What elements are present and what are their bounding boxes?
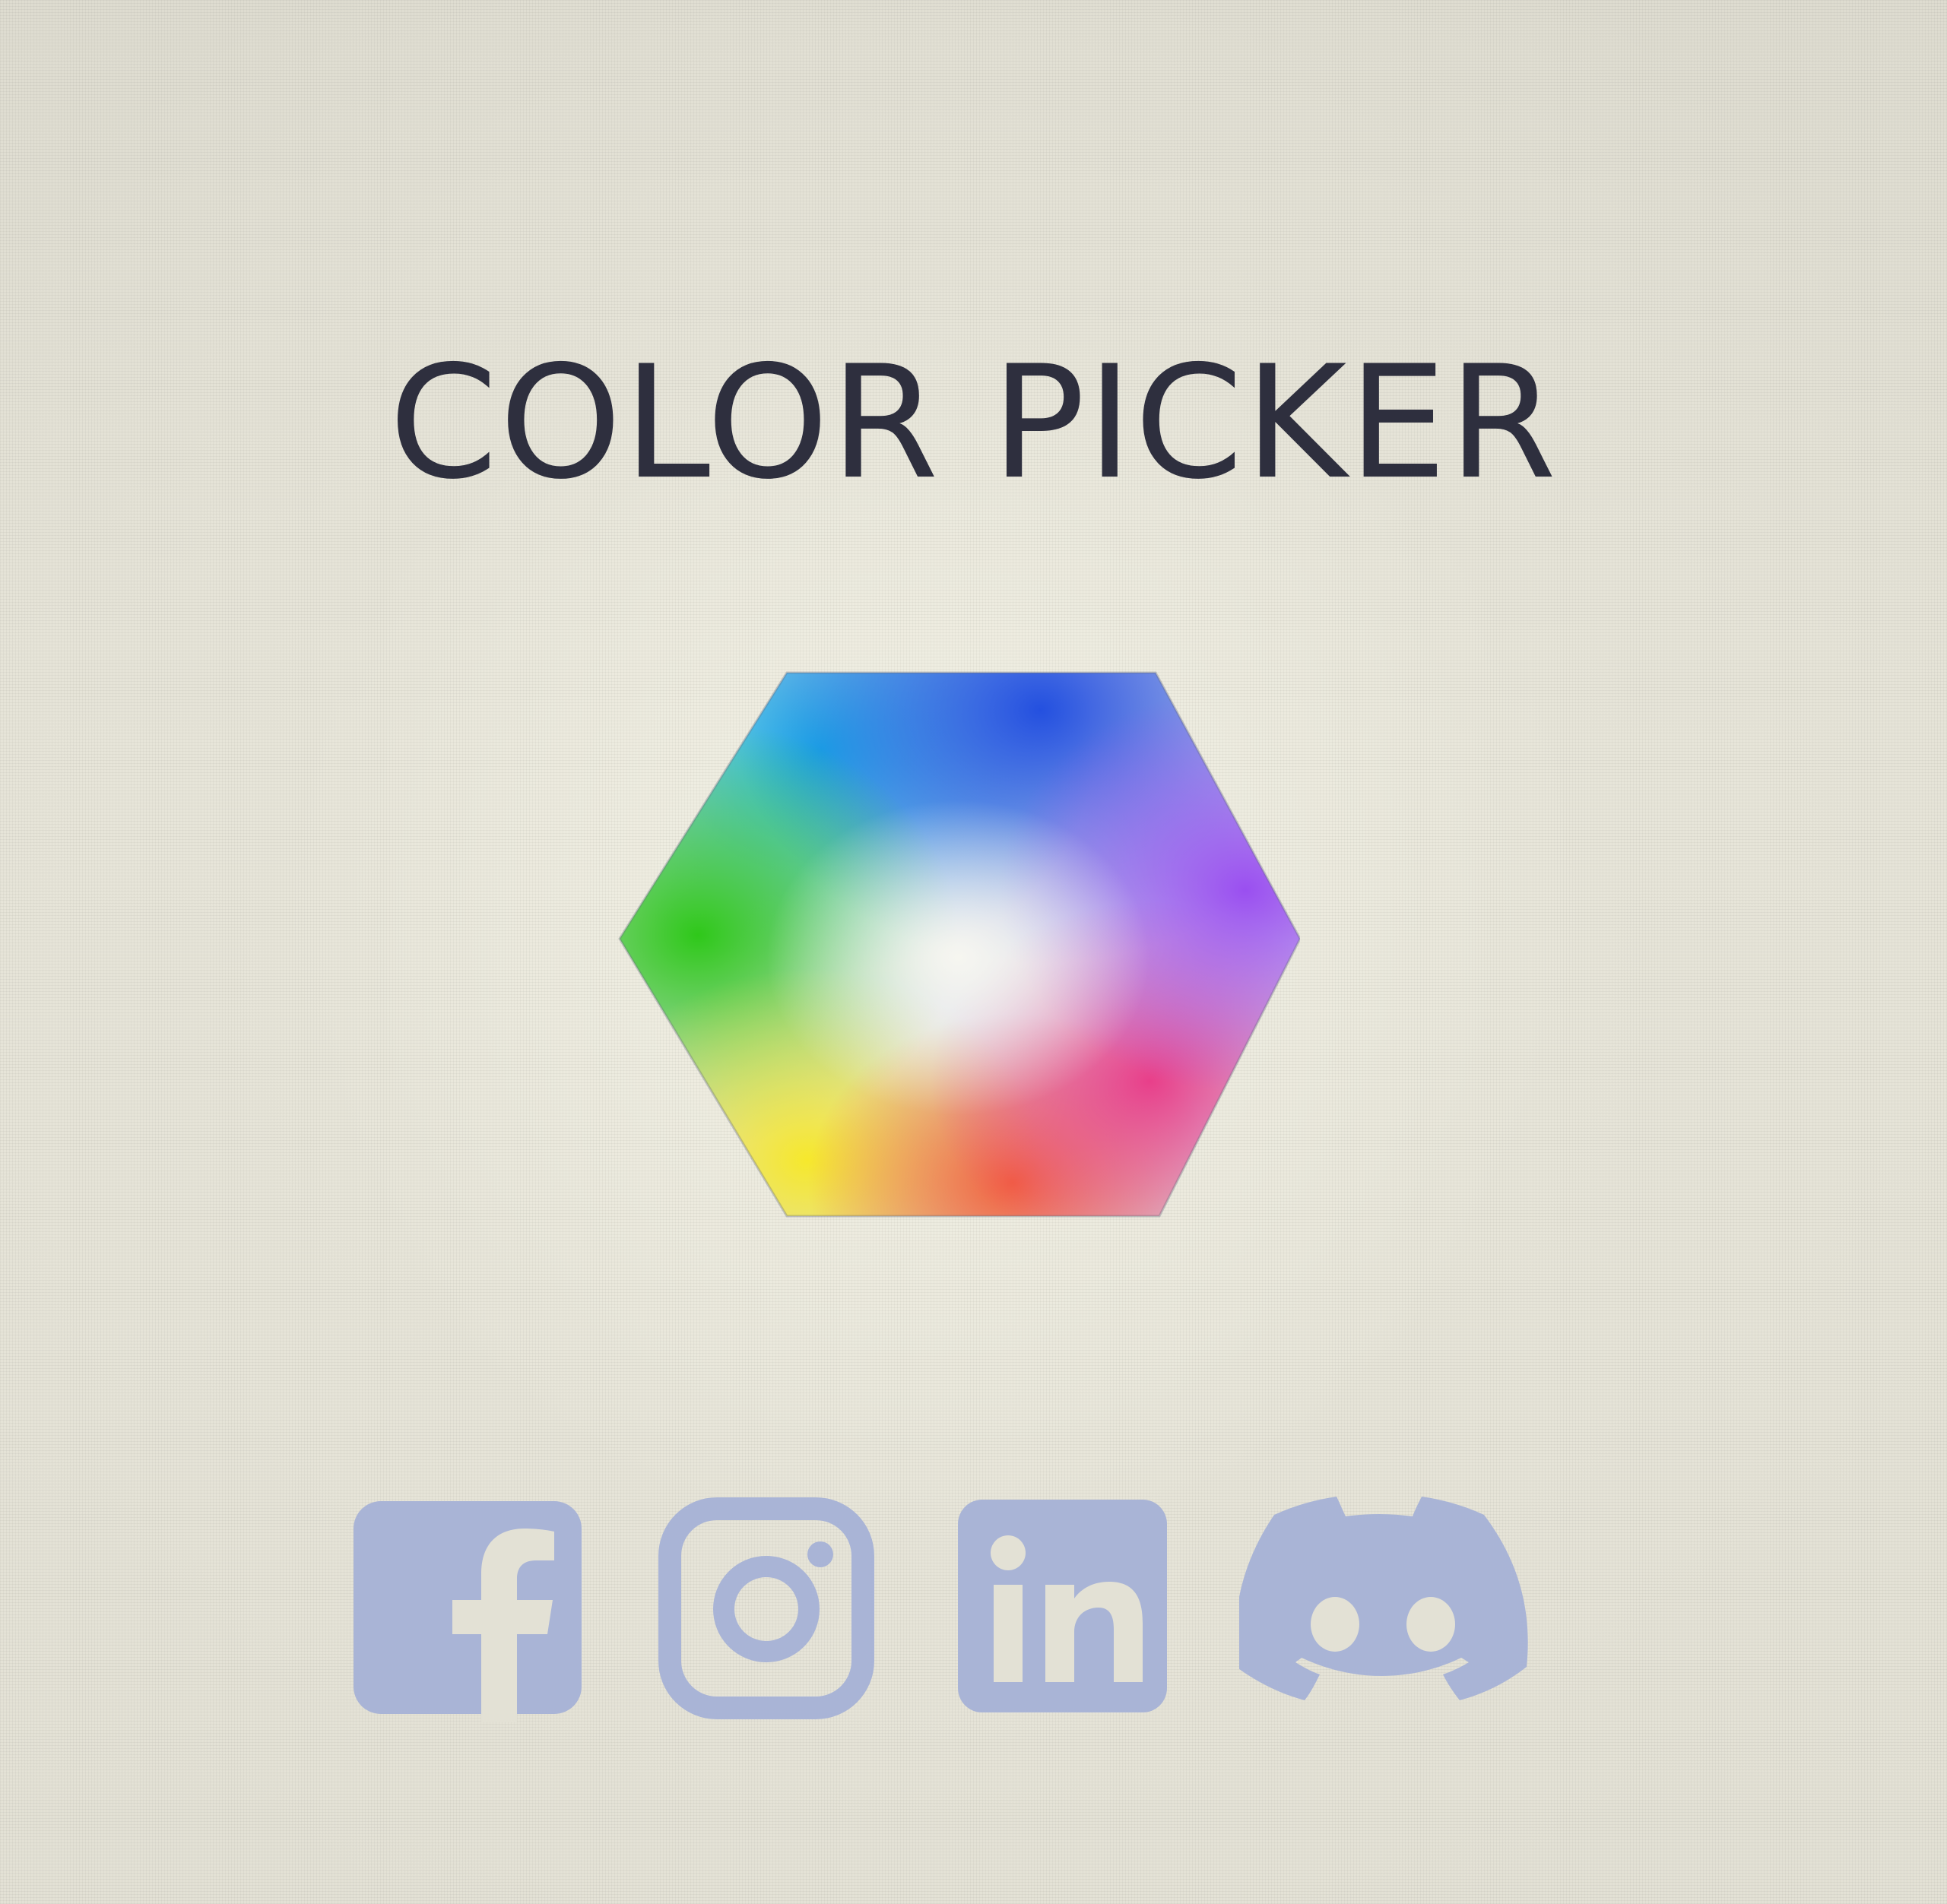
facebook-icon[interactable] bbox=[354, 1494, 582, 1722]
discord-icon[interactable] bbox=[1239, 1494, 1528, 1722]
color-picker-hexagon-icon[interactable] bbox=[616, 665, 1300, 1228]
social-links bbox=[354, 1494, 1540, 1722]
linkedin-icon[interactable] bbox=[954, 1494, 1171, 1722]
page-title: COLOR PICKER bbox=[388, 333, 1559, 514]
instagram-icon[interactable] bbox=[658, 1494, 874, 1722]
